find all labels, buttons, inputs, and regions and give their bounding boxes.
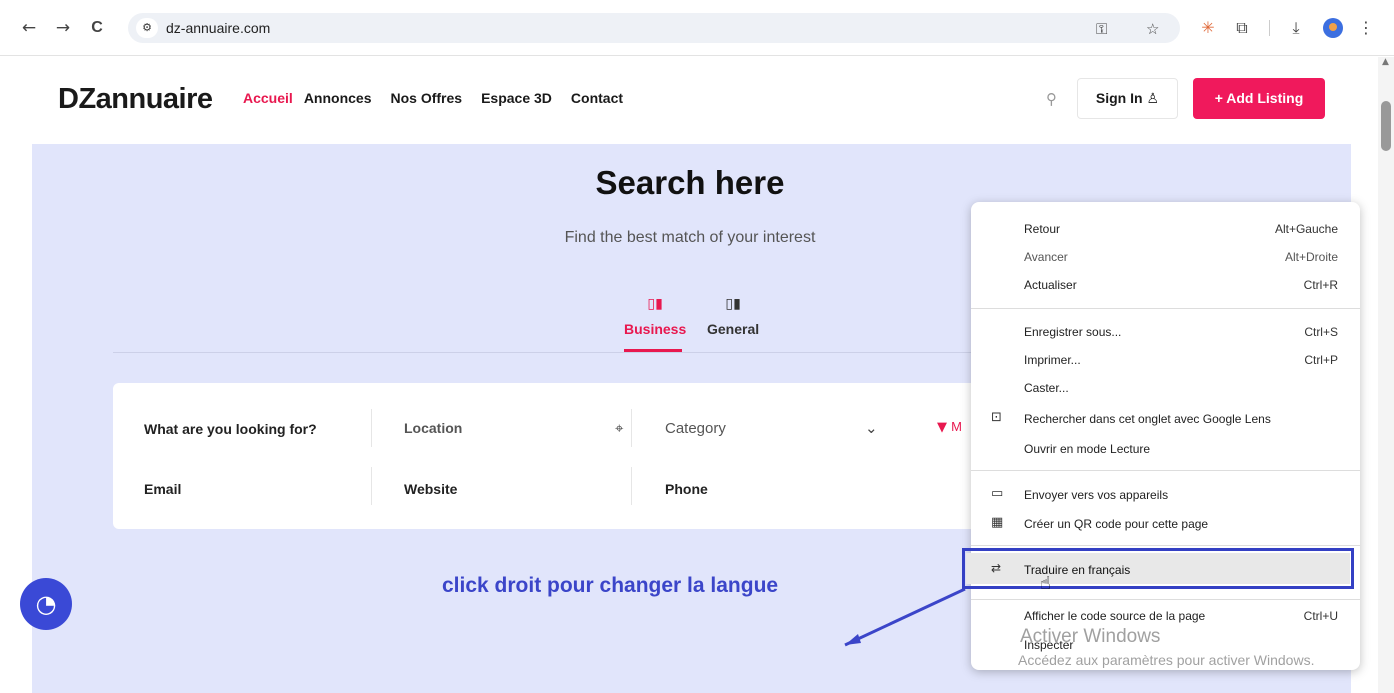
menu-item-enregistrer[interactable]: Enregistrer sous... Ctrl+S (971, 318, 1360, 346)
field-divider (371, 467, 372, 505)
scroll-up-icon[interactable]: ▲ (1382, 57, 1389, 67)
search-icon[interactable]: ⚲ (1046, 90, 1057, 108)
menu-separator (971, 599, 1360, 600)
menu-shortcut: Ctrl+P (1304, 353, 1338, 367)
field-divider (631, 467, 632, 505)
category-select[interactable]: Category (665, 420, 726, 437)
windows-watermark-subtitle: Accédez aux paramètres pour activer Wind… (1018, 652, 1315, 668)
reload-icon[interactable]: C (86, 17, 108, 39)
site-info-icon[interactable]: ⚙ (136, 18, 158, 38)
location-input[interactable]: Location (404, 420, 462, 436)
download-icon[interactable]: ⤓ (1285, 17, 1307, 39)
sign-in-button[interactable]: Sign In ♙ (1077, 78, 1178, 119)
menu-item-label: Actualiser (1024, 278, 1077, 292)
menu-item-google-lens[interactable]: ⊡ Rechercher dans cet onglet avec Google … (971, 405, 1360, 433)
menu-shortcut: Ctrl+S (1304, 325, 1338, 339)
menu-separator (971, 470, 1360, 471)
address-url[interactable]: dz-annuaire.com (166, 20, 270, 36)
chevron-down-icon[interactable]: ⌄ (865, 419, 878, 437)
cookie-settings-button[interactable]: ◔ (20, 578, 72, 630)
menu-shortcut: Alt+Droite (1284, 250, 1338, 264)
menu-shortcut: Ctrl+R (1303, 278, 1338, 292)
tab-general-label: General (707, 321, 760, 337)
nav-annonces[interactable]: Annonces (304, 90, 372, 106)
menu-item-label: Ouvrir en mode Lecture (1024, 442, 1151, 456)
menu-item-label: Créer un QR code pour cette page (1024, 517, 1209, 531)
tab-general[interactable]: ▯▮ General (707, 296, 759, 337)
hero-title: Search here (595, 164, 785, 201)
active-tab-indicator (624, 349, 682, 352)
menu-shortcut: Alt+Gauche (1274, 222, 1338, 236)
crosshair-icon[interactable]: ⌖ (615, 419, 623, 437)
filter-icon[interactable]: ▼ M (937, 419, 962, 435)
extension-star-icon[interactable]: ✳ (1197, 17, 1219, 39)
lens-icon: ⊡ (991, 410, 1002, 425)
menu-item-label: Imprimer... (1024, 353, 1081, 367)
email-field[interactable]: Email (144, 481, 181, 497)
browser-toolbar: ← → C ⚙ dz-annuaire.com ⚿ ☆ ✳ ⧉ ⤓ ⋮ (0, 0, 1394, 56)
password-key-icon[interactable]: ⚿ (1096, 20, 1107, 38)
browser-menu-icon[interactable]: ⋮ (1355, 17, 1377, 39)
menu-item-label: Avancer (1024, 250, 1068, 264)
menu-separator (971, 545, 1360, 546)
menu-shortcut: Ctrl+U (1303, 609, 1338, 623)
menu-item-label: Retour (1024, 222, 1061, 236)
menu-item-caster[interactable]: Caster... (971, 374, 1360, 402)
menu-item-envoyer-appareils[interactable]: ▭ Envoyer vers vos appareils (971, 481, 1360, 509)
menu-separator (971, 308, 1360, 309)
bookmark-star-icon[interactable]: ☆ (1146, 20, 1159, 38)
what-field[interactable]: What are you looking for? (144, 421, 317, 437)
annotation-text: click droit pour changer la langue (442, 574, 779, 597)
menu-item-label: Envoyer vers vos appareils (1024, 488, 1169, 502)
annotation-highlight-box (962, 548, 1354, 589)
field-divider (371, 409, 372, 447)
filter-label: M (951, 419, 962, 434)
menu-item-label: Caster... (1024, 381, 1069, 395)
devices-icon: ▭ (991, 486, 1004, 501)
main-nav: Accueil Annonces Nos Offres Espace 3D Co… (243, 90, 642, 106)
menu-item-label: Afficher le code source de la page (1024, 609, 1206, 623)
menu-item-imprimer[interactable]: Imprimer... Ctrl+P (971, 346, 1360, 374)
business-chart-icon: ▯▮ (647, 296, 663, 312)
phone-field[interactable]: Phone (665, 481, 708, 497)
back-icon[interactable]: ← (18, 17, 40, 39)
nav-accueil[interactable]: Accueil (243, 90, 293, 106)
menu-item-retour[interactable]: Retour Alt+Gauche (971, 215, 1360, 243)
menu-item-avancer[interactable]: Avancer Alt+Droite (971, 243, 1360, 271)
menu-item-label: Rechercher dans cet onglet avec Google L… (1024, 412, 1271, 426)
context-menu: Retour Alt+Gauche Avancer Alt+Droite Actua… (971, 202, 1360, 670)
user-icon: ♙ (1146, 91, 1160, 107)
menu-item-mode-lecture[interactable]: Ouvrir en mode Lecture (971, 435, 1360, 463)
menu-item-label: Enregistrer sous... (1024, 325, 1122, 339)
add-listing-button[interactable]: + Add Listing (1193, 78, 1325, 119)
scroll-thumb[interactable] (1381, 101, 1391, 151)
windows-watermark-title: Activer Windows (1020, 626, 1161, 647)
toolbar-divider (1269, 20, 1270, 36)
nav-espace-3d[interactable]: Espace 3D (481, 90, 552, 106)
mouse-pointer-icon: ☝ (1040, 573, 1051, 594)
forward-icon[interactable]: → (52, 17, 74, 39)
qr-code-icon: ▦ (991, 515, 1004, 530)
nav-nos-offres[interactable]: Nos Offres (391, 90, 463, 106)
sign-in-label: Sign In (1095, 90, 1143, 106)
menu-item-actualiser[interactable]: Actualiser Ctrl+R (971, 271, 1360, 299)
tab-business[interactable]: ▯▮ Business (624, 296, 686, 337)
address-bar[interactable]: ⚙ dz-annuaire.com ⚿ ☆ (128, 13, 1180, 43)
site-logo[interactable]: DZannuaire (58, 83, 213, 116)
tab-business-label: Business (624, 321, 687, 337)
general-chart-icon: ▯▮ (725, 296, 741, 312)
nav-contact[interactable]: Contact (571, 90, 623, 106)
website-field[interactable]: Website (404, 481, 457, 497)
page-scrollbar[interactable]: ▲ (1378, 57, 1394, 693)
field-divider (631, 409, 632, 447)
menu-item-qr-code[interactable]: ▦ Créer un QR code pour cette page (971, 510, 1360, 538)
profile-avatar[interactable] (1323, 18, 1343, 38)
extensions-puzzle-icon[interactable]: ⧉ (1231, 17, 1253, 39)
